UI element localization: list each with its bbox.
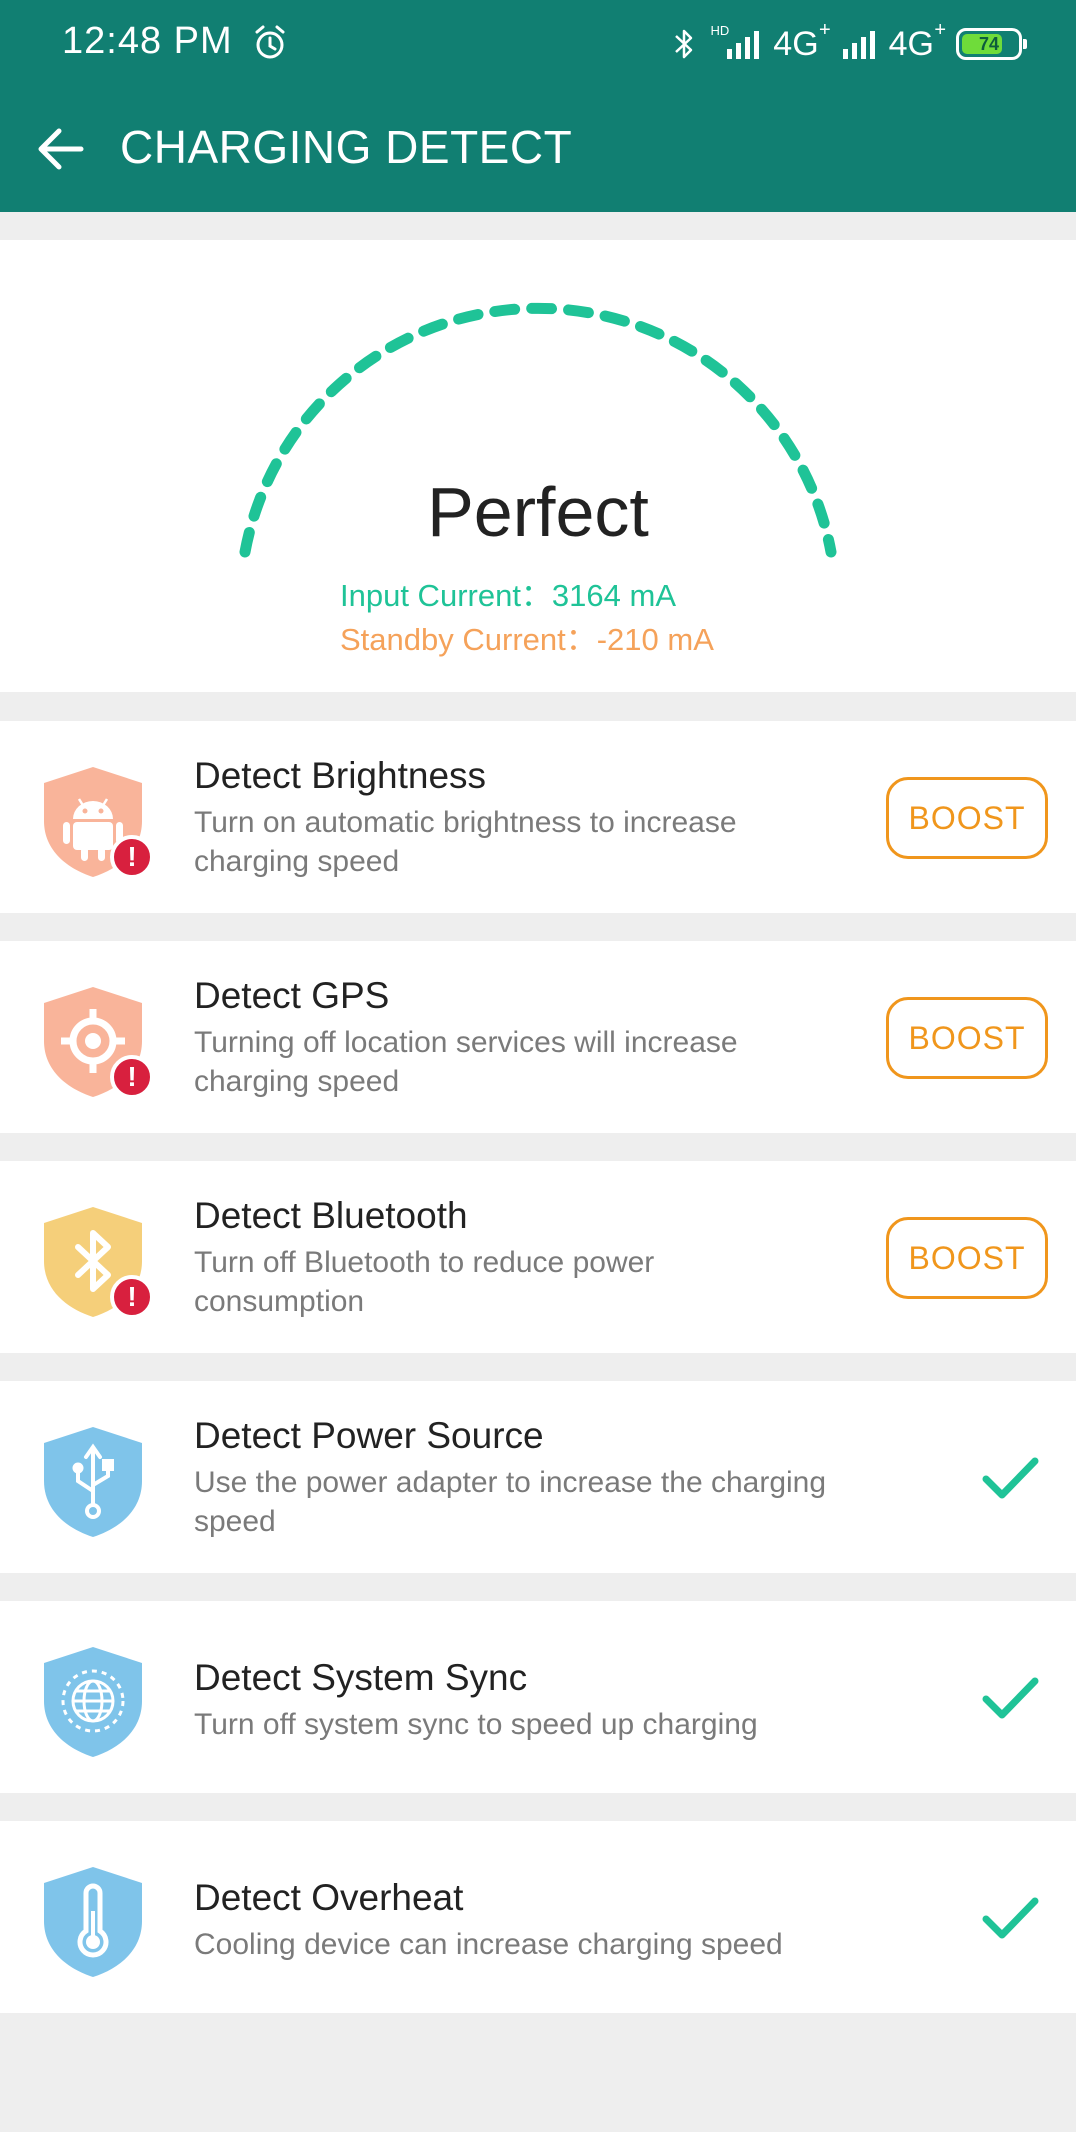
bluetooth-status-icon [674, 29, 692, 59]
toolbar: CHARGING DETECT [0, 90, 1076, 212]
list-item-overheat: Detect Overheat Cooling device can incre… [0, 1821, 1076, 2013]
list-item-gps: ! Detect GPS Turning off location servic… [0, 941, 1076, 1133]
shield-icon [44, 1867, 142, 1977]
status-bar: 12:48 PM HD 4G + 4G + 74 [0, 0, 1076, 90]
boost-button-gps[interactable]: BOOST [886, 997, 1048, 1079]
check-icon [982, 1457, 1039, 1499]
alert-icon: ! [110, 835, 154, 879]
app-header: 12:48 PM HD 4G + 4G + 74 CHARGING DETECT [0, 0, 1076, 212]
network-type-1: 4G + [773, 18, 831, 63]
battery-level: 74 [978, 33, 1000, 54]
bottom-spacer [0, 2016, 1076, 2132]
list-item-system-sync: Detect System Sync Turn off system sync … [0, 1601, 1076, 1793]
charging-status: Perfect [427, 473, 649, 551]
back-button[interactable] [28, 116, 94, 182]
item-description: Turn off system sync to speed up chargin… [194, 1708, 758, 1741]
current-metrics: Input Current：3164 mA Standby Current：-2… [340, 574, 714, 662]
check-icon [982, 1677, 1039, 1719]
standby-current: Standby Current：-210 mA [340, 622, 714, 657]
hd-label: HD [710, 22, 730, 38]
list-item-bluetooth: ! Detect Bluetooth Turn off Bluetooth to… [0, 1161, 1076, 1353]
alert-icon: ! [110, 1275, 154, 1319]
battery-icon: 74 [956, 28, 1027, 60]
check-icon [982, 1897, 1039, 1939]
item-description: Cooling device can increase charging spe… [194, 1928, 783, 1961]
signal-icon-2 [842, 31, 875, 59]
item-title: Detect Power Source [194, 1415, 544, 1456]
list-item-brightness: ! Detect Brightness Turn on automatic br… [0, 721, 1076, 913]
page-title: CHARGING DETECT [120, 121, 573, 173]
item-description: Turning off location services will incre… [194, 1026, 738, 1098]
signal-icon [727, 31, 760, 59]
shield-icon [44, 1427, 142, 1537]
shield-icon [44, 1647, 142, 1757]
status-time: 12:48 PM [62, 20, 233, 62]
item-description: Turn on automatic brightness to increase… [194, 806, 737, 878]
item-title: Detect Brightness [194, 755, 487, 796]
alert-icon: ! [110, 1055, 154, 1099]
charging-summary: Perfect Input Current：3164 mA Standby Cu… [0, 240, 1076, 692]
input-current: Input Current：3164 mA [340, 578, 677, 613]
list-item-power-source: Detect Power Source Use the power adapte… [0, 1381, 1076, 1573]
boost-button-bluetooth[interactable]: BOOST [886, 1217, 1048, 1299]
network-type-2: 4G + [888, 18, 946, 63]
status-icons: HD 4G + 4G + 74 [673, 18, 1027, 64]
arrow-left-icon [38, 128, 84, 170]
item-title: Detect Overheat [194, 1877, 464, 1918]
item-title: Detect System Sync [194, 1657, 528, 1698]
item-title: Detect Bluetooth [194, 1195, 468, 1236]
boost-button-brightness[interactable]: BOOST [886, 777, 1048, 859]
item-description: Use the power adapter to increase the ch… [194, 1466, 827, 1538]
item-description: Turn off Bluetooth to reduce power consu… [194, 1246, 655, 1318]
alarm-icon [255, 25, 285, 59]
item-title: Detect GPS [194, 975, 390, 1016]
